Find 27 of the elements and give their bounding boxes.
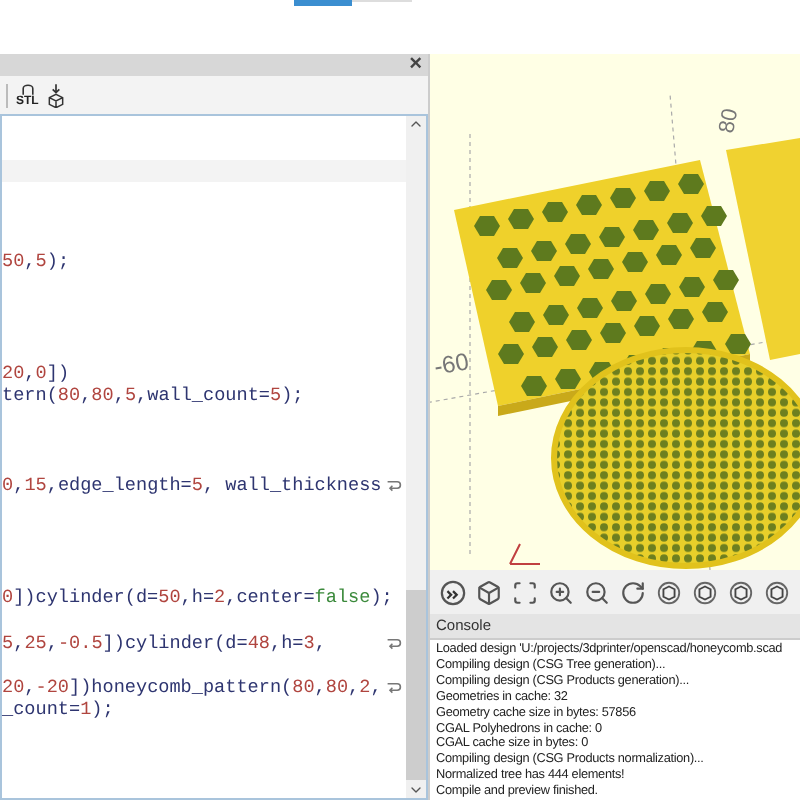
view-cube-icon[interactable] <box>692 579 718 605</box>
view-all-icon[interactable] <box>512 579 538 605</box>
scroll-down-icon[interactable] <box>408 782 424 798</box>
view-cube-icon[interactable] <box>728 579 754 605</box>
render-icon[interactable] <box>440 579 466 605</box>
view-cube-icon[interactable] <box>764 579 790 605</box>
code-line: _count=1); <box>2 698 114 721</box>
export-cube-icon[interactable] <box>46 83 67 107</box>
code-line: 50,5); <box>2 250 70 273</box>
cube-icon[interactable] <box>476 579 502 605</box>
code-line: 0,15,edge_length=5, wall_thickness <box>2 474 382 497</box>
reset-view-icon[interactable] <box>620 579 646 605</box>
code-line: 0])cylinder(d=50,h=2,center=false); <box>2 586 393 609</box>
printer-arch-icon <box>19 83 36 95</box>
zoom-out-icon[interactable] <box>584 579 610 605</box>
axis-label: 80 <box>717 107 744 135</box>
code-line: 5,25,-0.5])cylinder(d=48,h=3, <box>2 631 326 654</box>
scroll-up-icon[interactable] <box>408 116 424 132</box>
scrollbar[interactable] <box>406 116 426 798</box>
zoom-in-icon[interactable] <box>548 579 574 605</box>
close-button[interactable]: × <box>409 54 422 76</box>
view-cube-icon[interactable] <box>656 579 682 605</box>
code-line: tern(80,80,5,wall_count=5); <box>2 384 304 407</box>
code-line: 20,-20])honeycomb_pattern(80,80,2, <box>2 676 382 698</box>
scrollbar-thumb[interactable] <box>406 590 426 780</box>
axis-label: -60 <box>432 349 471 379</box>
code-line: 20,0]) <box>2 362 70 385</box>
